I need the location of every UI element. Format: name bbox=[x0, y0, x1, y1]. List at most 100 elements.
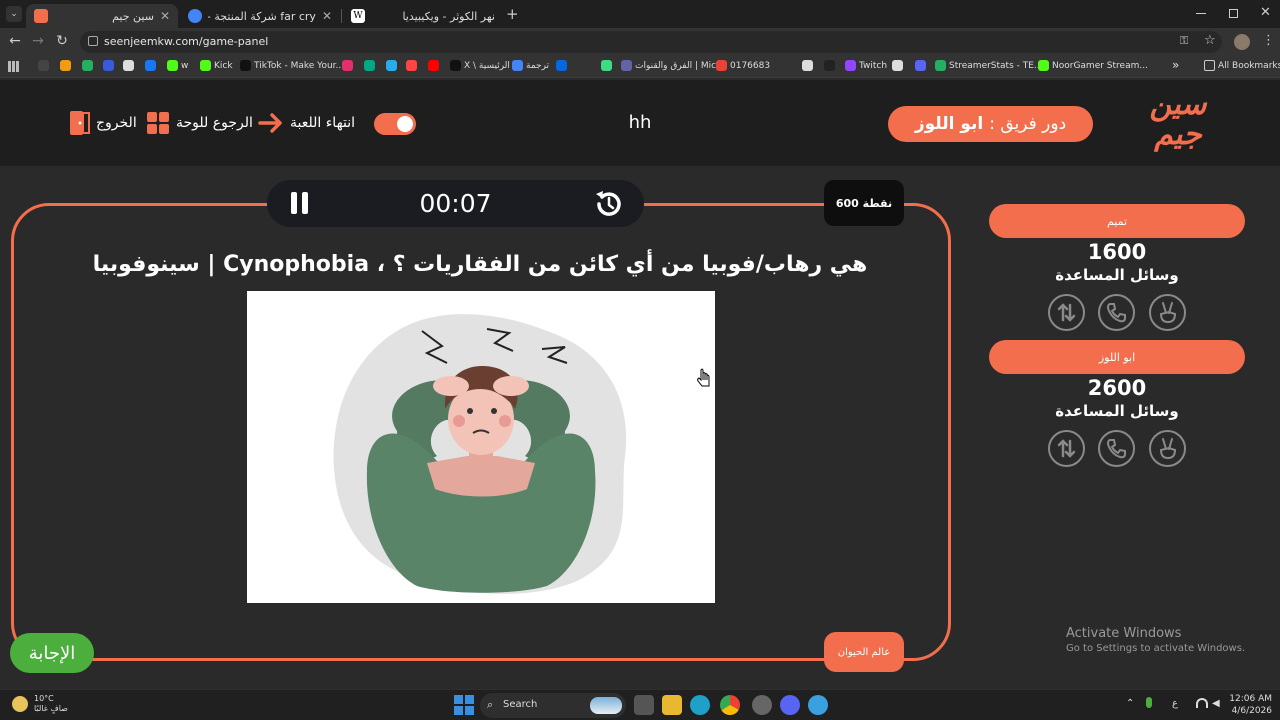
logo-line1: سين bbox=[1149, 87, 1207, 122]
input-language[interactable]: ع bbox=[1172, 698, 1178, 709]
bookmark-item[interactable]: TikTok - Make Your... bbox=[240, 60, 344, 71]
bookmark-favicon-icon bbox=[450, 60, 461, 71]
task-view-icon[interactable] bbox=[634, 695, 654, 715]
question-image bbox=[247, 291, 715, 603]
bookmark-favicon-icon bbox=[621, 60, 632, 71]
bookmark-favicon-icon bbox=[82, 60, 93, 71]
bookmark-favicon-icon bbox=[103, 60, 114, 71]
game-settings-toggle[interactable] bbox=[374, 113, 416, 135]
bookmark-item[interactable] bbox=[406, 60, 420, 71]
bookmark-item[interactable] bbox=[802, 60, 816, 71]
app-icon[interactable] bbox=[808, 695, 828, 715]
bookmark-item[interactable]: 0176683 bbox=[716, 60, 770, 71]
bookmark-item[interactable] bbox=[892, 60, 906, 71]
volume-icon[interactable]: ◀ bbox=[1212, 698, 1220, 709]
profile-avatar[interactable] bbox=[1234, 34, 1250, 50]
bookmark-item[interactable] bbox=[556, 60, 570, 71]
exit-label: الخروج bbox=[96, 115, 137, 131]
browser-tab-active[interactable]: سين جيم ✕ bbox=[26, 4, 178, 28]
address-bar[interactable]: seenjeemkw.com/game-panel ⚿ ☆ bbox=[80, 31, 1222, 53]
bookmark-item[interactable] bbox=[38, 60, 52, 71]
apps-grid-icon[interactable] bbox=[8, 61, 19, 72]
site-info-icon[interactable] bbox=[88, 36, 98, 46]
team-1-call-friend-button[interactable] bbox=[1098, 294, 1135, 331]
team-1-swap-question-button[interactable] bbox=[1048, 294, 1085, 331]
bookmark-item[interactable] bbox=[824, 60, 838, 71]
bookmark-item[interactable] bbox=[60, 60, 74, 71]
password-key-icon[interactable]: ⚿ bbox=[1180, 34, 1188, 48]
bookmark-item[interactable] bbox=[342, 60, 356, 71]
file-explorer-icon[interactable] bbox=[662, 695, 682, 715]
bookmark-favicon-icon bbox=[845, 60, 856, 71]
tray-chevron-up-icon[interactable]: ⌃ bbox=[1126, 698, 1134, 709]
team-2-call-friend-button[interactable] bbox=[1098, 430, 1135, 467]
timer-bar: 00:07 bbox=[267, 180, 644, 227]
more-bookmarks-chevron-icon[interactable]: » bbox=[1172, 58, 1179, 72]
reset-timer-icon[interactable] bbox=[593, 189, 623, 219]
back-arrow-icon[interactable]: ← bbox=[6, 33, 24, 49]
team-1-double-points-button[interactable] bbox=[1149, 294, 1186, 331]
minimize-icon[interactable] bbox=[1196, 13, 1206, 14]
team-1-name-pill: تميم bbox=[989, 204, 1245, 238]
bookmark-favicon-icon bbox=[824, 60, 835, 71]
exit-button[interactable]: الخروج bbox=[68, 110, 137, 136]
bookmark-item[interactable] bbox=[428, 60, 442, 71]
bookmark-favicon-icon bbox=[556, 60, 567, 71]
bookmark-item[interactable] bbox=[364, 60, 378, 71]
team-turn-name: ابو اللوز bbox=[914, 114, 984, 134]
reload-icon[interactable]: ↻ bbox=[53, 33, 71, 49]
search-highlight-image bbox=[590, 697, 622, 714]
microphone-icon[interactable] bbox=[1146, 697, 1152, 708]
restore-icon[interactable] bbox=[1229, 9, 1238, 18]
all-bookmarks-label: All Bookmarks bbox=[1218, 60, 1280, 71]
system-clock[interactable]: 12:06 AM 4/6/2026 bbox=[1228, 693, 1272, 717]
bookmark-item[interactable] bbox=[601, 60, 615, 71]
bookmark-item[interactable]: w bbox=[167, 60, 188, 71]
bookmark-item[interactable]: Kick bbox=[200, 60, 233, 71]
close-window-icon[interactable]: ✕ bbox=[1260, 5, 1271, 20]
forward-arrow-icon[interactable]: → bbox=[29, 33, 47, 49]
bookmark-star-icon[interactable]: ☆ bbox=[1204, 33, 1216, 48]
bookmark-item[interactable]: X \ الرئيسية bbox=[450, 60, 510, 71]
team-2-score: 2600 bbox=[1087, 376, 1147, 400]
bookmark-item[interactable] bbox=[145, 60, 159, 71]
windows-start-icon[interactable] bbox=[454, 695, 474, 715]
bookmark-label: NoorGamer Stream... bbox=[1052, 60, 1148, 71]
close-tab-icon[interactable]: ✕ bbox=[322, 9, 332, 23]
close-tab-icon[interactable]: ✕ bbox=[160, 9, 170, 23]
bookmark-favicon-icon bbox=[38, 60, 49, 71]
browser-tab[interactable]: far cry شركة المنتجة - بحث Google ✕ bbox=[180, 4, 340, 28]
bookmark-item[interactable] bbox=[386, 60, 400, 71]
taskbar-search[interactable]: ⌕ Search bbox=[480, 693, 626, 718]
bookmark-item[interactable] bbox=[123, 60, 137, 71]
end-game-button[interactable]: انتهاء اللعبة bbox=[258, 110, 355, 136]
bookmark-item[interactable]: الفرق والقنوات | Micr... bbox=[621, 60, 728, 71]
bookmark-item[interactable]: StreamerStats - TE... bbox=[935, 60, 1043, 71]
chrome-icon[interactable] bbox=[720, 695, 740, 715]
app-icon[interactable] bbox=[752, 695, 772, 715]
discord-icon[interactable] bbox=[780, 695, 800, 715]
weather-widget[interactable]: 10°C صافٍ غالبًا bbox=[12, 694, 68, 714]
bookmark-favicon-icon bbox=[428, 60, 439, 71]
seenjeem-logo[interactable]: سين جيم bbox=[1142, 90, 1214, 156]
tab-search-icon[interactable]: ⌄ bbox=[6, 6, 22, 22]
new-tab-button[interactable]: + bbox=[506, 5, 519, 23]
phone-icon bbox=[1106, 303, 1126, 323]
all-bookmarks-folder[interactable]: All Bookmarks bbox=[1204, 60, 1280, 71]
menu-kebab-icon[interactable]: ⋮ bbox=[1262, 33, 1275, 48]
bookmark-label: Kick bbox=[214, 60, 233, 71]
answer-button[interactable]: الإجابة bbox=[10, 633, 94, 673]
wifi-icon[interactable] bbox=[1196, 698, 1208, 708]
bookmark-item[interactable]: NoorGamer Stream... bbox=[1038, 60, 1148, 71]
team-2-double-points-button[interactable] bbox=[1149, 430, 1186, 467]
back-to-board-button[interactable]: الرجوع للوحة bbox=[146, 110, 253, 136]
team-2-swap-question-button[interactable] bbox=[1048, 430, 1085, 467]
edge-icon[interactable] bbox=[690, 695, 710, 715]
bookmark-item[interactable]: ترجمة bbox=[512, 60, 549, 71]
bookmark-item[interactable] bbox=[82, 60, 96, 71]
grid-board-icon bbox=[147, 112, 169, 134]
browser-tab[interactable]: W نهر الكوثر - ويكيبيديا bbox=[343, 4, 503, 28]
bookmark-item[interactable] bbox=[915, 60, 929, 71]
bookmark-item[interactable]: Twitch bbox=[845, 60, 887, 71]
bookmark-item[interactable] bbox=[103, 60, 117, 71]
